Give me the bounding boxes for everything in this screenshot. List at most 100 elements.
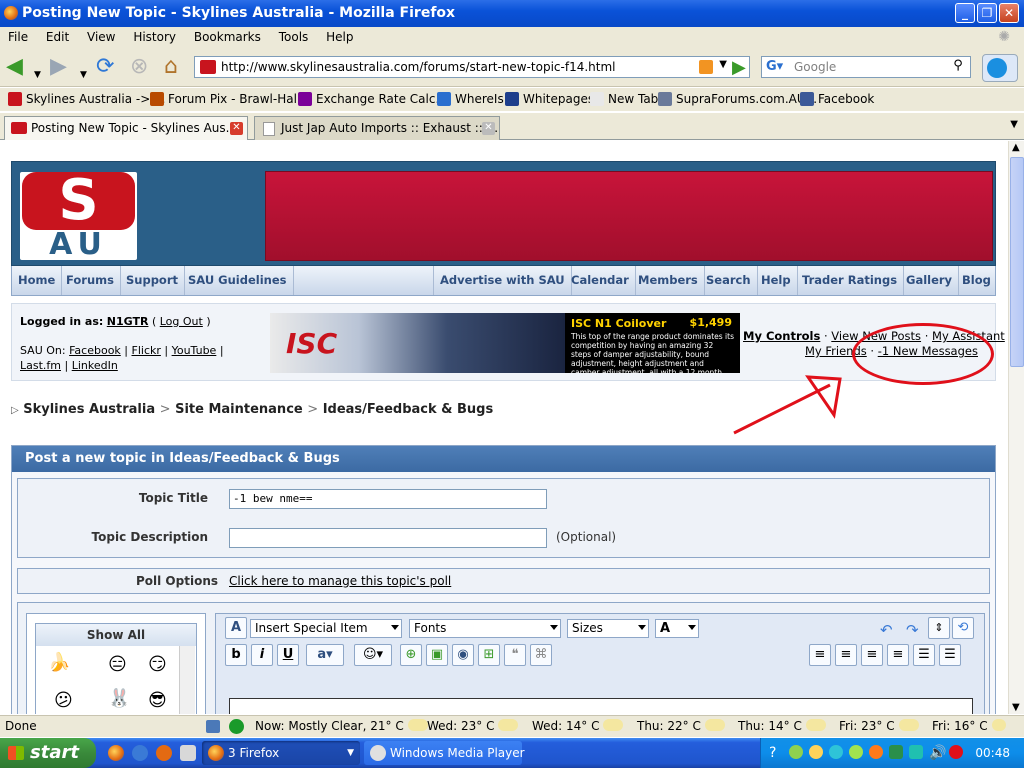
scroll-up-icon[interactable]: ▲ bbox=[1012, 142, 1020, 153]
rss-feed-icon[interactable] bbox=[699, 60, 713, 74]
close-tab-icon[interactable]: ✕ bbox=[230, 122, 243, 135]
menu-edit[interactable]: Edit bbox=[46, 30, 69, 44]
tab-just-jap-auto[interactable]: Just Jap Auto Imports :: Exhaust :: E...… bbox=[254, 116, 500, 140]
linkedin-link[interactable]: LinkedIn bbox=[72, 359, 118, 372]
home-icon[interactable]: ⌂ bbox=[164, 56, 178, 78]
emoticon-dropdown-button[interactable]: ☺▾ bbox=[354, 644, 392, 666]
switch-editor-icon[interactable]: ⟲ bbox=[952, 617, 974, 639]
breadcrumb-item[interactable]: Skylines Australia bbox=[23, 402, 155, 417]
insert-link-icon[interactable]: ⊕ bbox=[400, 644, 422, 666]
bookmark-item[interactable]: Exchange Rate Calc... bbox=[298, 88, 447, 111]
align-right-icon[interactable]: ≡ bbox=[887, 644, 909, 666]
addon-status-icon[interactable] bbox=[206, 720, 220, 733]
nav-forums[interactable]: Forums bbox=[60, 266, 121, 295]
tray-network-icon[interactable] bbox=[789, 745, 803, 759]
my-controls-link[interactable]: My Controls bbox=[743, 329, 820, 343]
emoticon-scrollbar[interactable] bbox=[179, 646, 195, 714]
nav-members[interactable]: Members bbox=[632, 266, 705, 295]
menu-view[interactable]: View bbox=[87, 30, 115, 44]
undo-icon[interactable]: ↶ bbox=[880, 621, 893, 639]
tray-app-icon[interactable] bbox=[829, 745, 843, 759]
back-icon[interactable]: ◀ bbox=[6, 56, 23, 78]
addon-button[interactable] bbox=[982, 54, 1018, 82]
indent-icon[interactable]: ≡ bbox=[809, 644, 831, 666]
topic-description-input[interactable] bbox=[229, 528, 547, 548]
header-ad-banner[interactable] bbox=[265, 171, 993, 261]
bookmark-item[interactable]: Skylines Australia -> ... bbox=[8, 88, 166, 111]
italic-button[interactable]: i bbox=[251, 644, 273, 666]
font-style-button[interactable]: a▾ bbox=[306, 644, 344, 666]
tray-wifi-icon[interactable] bbox=[849, 745, 863, 759]
sad-emoticon-icon[interactable]: 😕 bbox=[54, 690, 73, 711]
logout-link[interactable]: Log Out bbox=[160, 315, 203, 328]
insert-attachment-icon[interactable]: ⊞ bbox=[478, 644, 500, 666]
insert-media-icon[interactable]: ◉ bbox=[452, 644, 474, 666]
taskbar-windows-media-player[interactable]: Windows Media Player bbox=[364, 741, 525, 765]
grin-emoticon-icon[interactable]: 😏 bbox=[148, 654, 167, 675]
bunny-emoticon-icon[interactable]: 🐰 bbox=[108, 688, 130, 709]
bookmark-item[interactable]: WhereIs bbox=[437, 88, 504, 111]
sau-logo[interactable]: S AU bbox=[20, 172, 137, 260]
redo-icon[interactable]: ↷ bbox=[906, 621, 919, 639]
tray-volume-icon[interactable]: 🔊 bbox=[929, 745, 946, 761]
quicklaunch-ie-icon[interactable] bbox=[132, 745, 148, 761]
search-magnifier-icon[interactable]: ⚲ bbox=[948, 58, 968, 76]
quicklaunch-app-icon[interactable] bbox=[180, 745, 196, 761]
insert-image-icon[interactable]: ▣ bbox=[426, 644, 448, 666]
menu-file[interactable]: File bbox=[8, 30, 28, 44]
lastfm-link[interactable]: Last.fm bbox=[20, 359, 61, 372]
reload-icon[interactable]: ⟳ bbox=[96, 56, 114, 78]
resize-editor-icon[interactable]: ⇕ bbox=[928, 617, 950, 639]
nav-home[interactable]: Home bbox=[12, 266, 63, 295]
underline-button[interactable]: U bbox=[277, 644, 299, 666]
taskbar-firefox-group[interactable]: 3 Firefox ▼ bbox=[202, 741, 360, 765]
menu-help[interactable]: Help bbox=[326, 30, 353, 44]
banana-emoticon-icon[interactable]: 🍌 bbox=[48, 652, 70, 673]
scroll-down-icon[interactable]: ▼ bbox=[1012, 702, 1020, 713]
tray-app-icon[interactable] bbox=[889, 745, 903, 759]
numbered-list-icon[interactable]: ☰ bbox=[913, 644, 935, 666]
bullet-list-icon[interactable]: ☰ bbox=[939, 644, 961, 666]
quicklaunch-firefox-icon[interactable] bbox=[108, 745, 124, 761]
quicklaunch-media-icon[interactable] bbox=[156, 745, 172, 761]
breadcrumb-item[interactable]: Ideas/Feedback & Bugs bbox=[323, 402, 494, 417]
search-input[interactable]: G▾ Google ⚲ bbox=[761, 56, 971, 78]
bookmark-item[interactable]: Whitepages bbox=[505, 88, 594, 111]
page-scrollbar[interactable]: ▲ ▼ bbox=[1008, 141, 1024, 714]
tray-help-icon[interactable]: ? bbox=[769, 745, 776, 761]
bold-button[interactable]: b bbox=[225, 644, 247, 666]
go-icon[interactable]: ▶ bbox=[732, 57, 746, 78]
bookmark-item[interactable]: SupraForums.com.AU... bbox=[658, 88, 817, 111]
tray-app-icon[interactable] bbox=[909, 745, 923, 759]
maximize-button[interactable]: ❐ bbox=[977, 3, 997, 23]
insert-special-item-select[interactable]: Insert Special Item bbox=[250, 619, 402, 638]
format-brush-icon[interactable]: A bbox=[225, 617, 247, 639]
fonts-select[interactable]: Fonts bbox=[409, 619, 561, 638]
nav-support[interactable]: Support bbox=[120, 266, 186, 295]
bookmark-item[interactable]: Facebook bbox=[800, 88, 874, 111]
facebook-link[interactable]: Facebook bbox=[69, 344, 121, 357]
smile-emoticon-icon[interactable]: 😑 bbox=[108, 654, 127, 675]
nav-advertise[interactable]: Advertise with SAU bbox=[433, 266, 572, 295]
flickr-link[interactable]: Flickr bbox=[132, 344, 161, 357]
tray-app-icon[interactable] bbox=[809, 745, 823, 759]
bookmark-item[interactable]: New Tab bbox=[590, 88, 658, 111]
tray-clock[interactable]: 00:48 bbox=[975, 738, 1010, 768]
scrollbar-thumb[interactable] bbox=[1010, 157, 1024, 367]
quote-icon[interactable]: ❝ bbox=[504, 644, 526, 666]
minimize-button[interactable]: _ bbox=[955, 3, 975, 23]
nav-sau-guidelines[interactable]: SAU Guidelines bbox=[182, 266, 294, 295]
nav-blog[interactable]: Blog bbox=[956, 266, 997, 295]
code-icon[interactable]: ⌘ bbox=[530, 644, 552, 666]
google-engine-icon[interactable]: G▾ bbox=[766, 59, 783, 74]
breadcrumb-item[interactable]: Site Maintenance bbox=[175, 402, 303, 417]
show-all-emoticons-button[interactable]: Show All bbox=[36, 624, 196, 646]
menu-tools[interactable]: Tools bbox=[279, 30, 309, 44]
align-center-icon[interactable]: ≡ bbox=[861, 644, 883, 666]
close-window-button[interactable]: ✕ bbox=[999, 3, 1019, 23]
isc-coilover-ad[interactable]: ISC ISC N1 Coilover $1,499 This top of t… bbox=[270, 313, 740, 373]
align-left-icon[interactable]: ≡ bbox=[835, 644, 857, 666]
cool-emoticon-icon[interactable]: 😎 bbox=[148, 690, 167, 711]
tab-posting-new-topic[interactable]: Posting New Topic - Skylines Aus... ✕ bbox=[4, 116, 248, 140]
post-body-textarea[interactable] bbox=[229, 698, 973, 714]
